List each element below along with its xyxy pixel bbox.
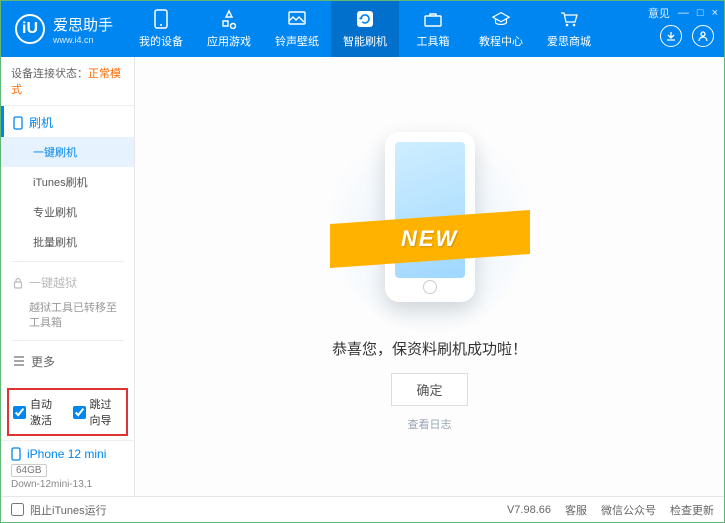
window-controls: 意见 — □ × [648,5,718,21]
account-button[interactable] [692,25,714,47]
user-icons [660,25,714,47]
nav-apps[interactable]: 应用游戏 [195,1,263,57]
feedback-button[interactable]: 意见 [648,5,670,21]
top-nav: 我的设备 应用游戏 铃声壁纸 智能刷机 工具箱 教程中心 爱思商城 [127,1,724,57]
logo-area: iU 爱思助手 www.i4.cn [1,14,127,45]
logo-icon: iU [15,14,45,44]
minimize-button[interactable]: — [678,7,689,19]
connection-status: 设备连接状态：正常模式 [1,57,134,106]
app-name: 爱思助手 [53,14,113,35]
divider [11,261,124,262]
main-content: NEW 恭喜您，保资料刷机成功啦！ 确定 查看日志 [135,57,724,496]
nav-smart-flash[interactable]: 智能刷机 [331,1,399,57]
nav-label: 我的设备 [139,33,183,49]
device-name: iPhone 12 mini [11,447,124,461]
divider [11,340,124,341]
phone-icon [151,9,171,29]
ok-button[interactable]: 确定 [391,373,467,406]
nav-label: 爱思商城 [547,33,591,49]
checkbox-skip-guide[interactable]: 跳过向导 [73,396,123,428]
sidebar-item-oneclick-flash[interactable]: 一键刷机 [1,137,134,167]
refresh-icon [355,9,375,29]
nav-toolbox[interactable]: 工具箱 [399,1,467,57]
titlebar: iU 爱思助手 www.i4.cn 我的设备 应用游戏 铃声壁纸 智能刷机 工具… [1,1,724,57]
nav-tutorials[interactable]: 教程中心 [467,1,535,57]
check-update-link[interactable]: 检查更新 [670,502,714,518]
view-log-link[interactable]: 查看日志 [408,416,452,432]
sidebar-item-pro-flash[interactable]: 专业刷机 [1,197,134,227]
download-button[interactable] [660,25,682,47]
app-url: www.i4.cn [53,35,113,45]
checkbox-block-itunes[interactable]: 阻止iTunes运行 [11,502,107,518]
options-row: 自动激活 跳过向导 [7,388,128,436]
phone-icon [13,116,23,130]
maximize-button[interactable]: □ [697,7,704,19]
nav-store[interactable]: 爱思商城 [535,1,603,57]
success-illustration: NEW [340,122,520,322]
device-detail: Down-12mini-13,1 [11,479,124,490]
close-button[interactable]: × [712,7,718,19]
wallpaper-icon [287,9,307,29]
section-more[interactable]: 更多 [1,345,134,376]
wechat-link[interactable]: 微信公众号 [601,502,656,518]
nav-label: 应用游戏 [207,33,251,49]
nav-my-device[interactable]: 我的设备 [127,1,195,57]
list-icon [13,356,25,366]
phone-icon [11,447,21,461]
sidebar-item-other-tools[interactable]: 其他工具 [1,376,134,384]
customer-service-link[interactable]: 客服 [565,502,587,518]
apps-icon [219,9,239,29]
graduation-icon [491,9,511,29]
footer: 阻止iTunes运行 V7.98.66 客服 微信公众号 检查更新 [1,496,724,522]
toolbox-icon [423,9,443,29]
checkbox-auto-activate[interactable]: 自动激活 [13,396,63,428]
success-message: 恭喜您，保资料刷机成功啦！ [332,338,527,359]
lock-icon [13,277,23,289]
sidebar-item-itunes-flash[interactable]: iTunes刷机 [1,167,134,197]
nav-label: 智能刷机 [343,33,387,49]
jailbreak-note: 越狱工具已转移至工具箱 [29,301,124,332]
version-label: V7.98.66 [507,504,551,516]
nav-label: 铃声壁纸 [275,33,319,49]
storage-badge: 64GB [11,464,47,477]
section-jailbreak: 一键越狱 [1,266,134,297]
nav-ringtones[interactable]: 铃声壁纸 [263,1,331,57]
device-block[interactable]: iPhone 12 mini 64GB Down-12mini-13,1 [1,440,134,496]
sidebar: 设备连接状态：正常模式 刷机 一键刷机 iTunes刷机 专业刷机 批量刷机 一… [1,57,135,496]
nav-label: 工具箱 [417,33,450,49]
sidebar-item-batch-flash[interactable]: 批量刷机 [1,227,134,257]
cart-icon [559,9,579,29]
section-flash[interactable]: 刷机 [1,106,134,137]
nav-label: 教程中心 [479,33,523,49]
